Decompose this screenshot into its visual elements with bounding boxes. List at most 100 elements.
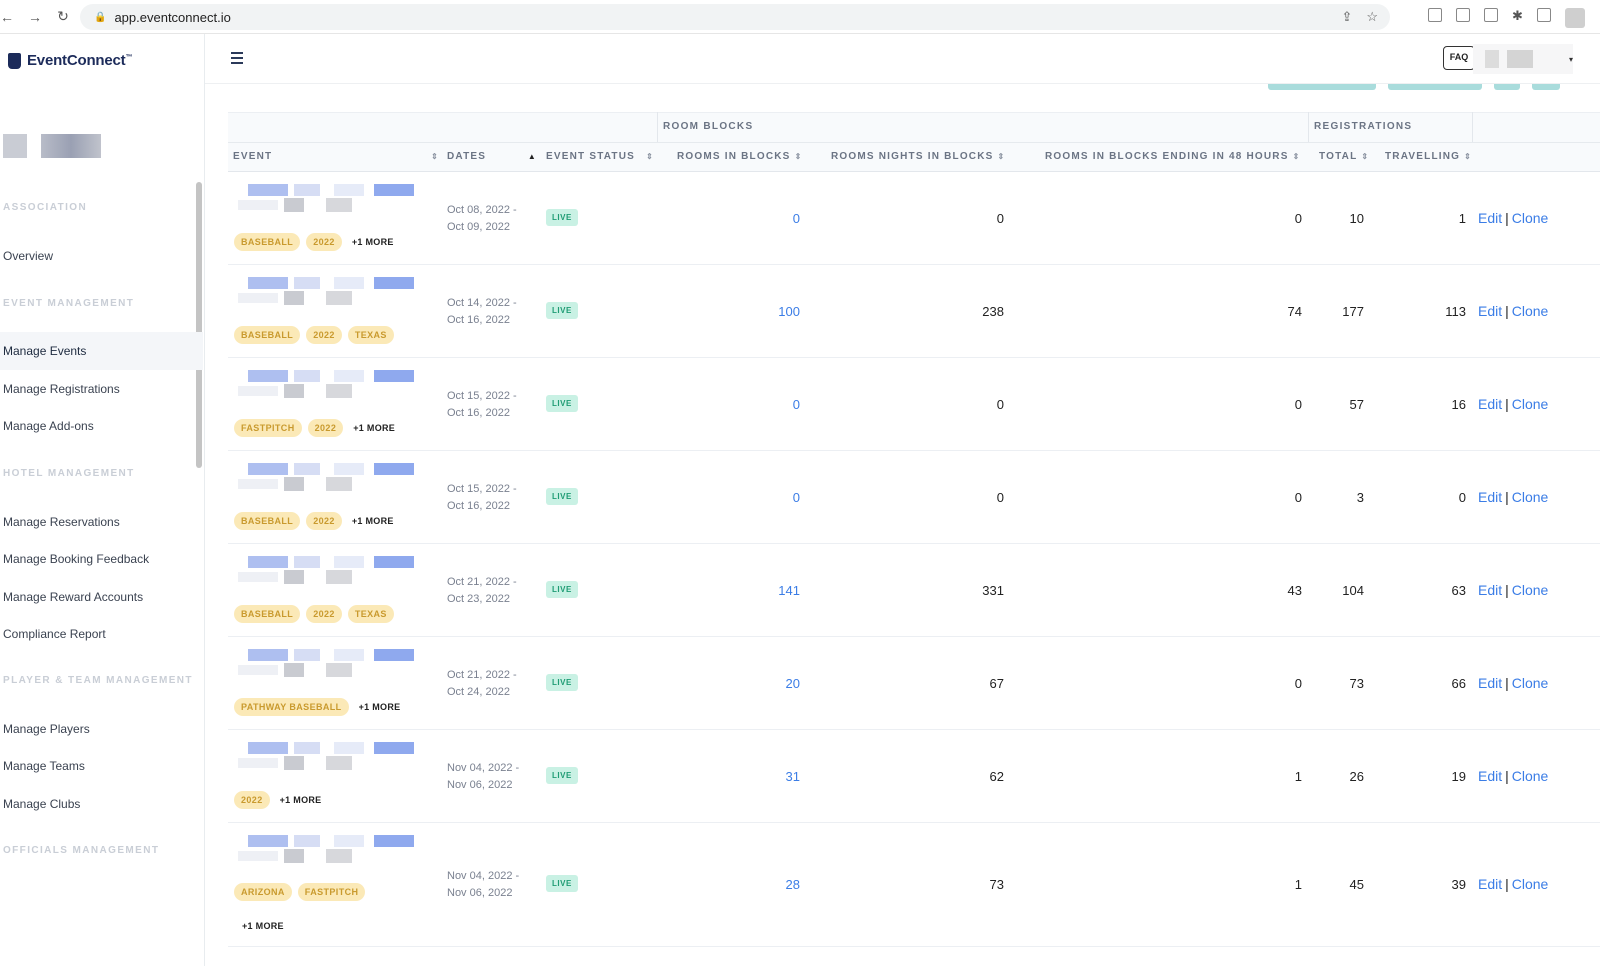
toolbar-button-3[interactable]: [1494, 84, 1520, 90]
brand-logo[interactable]: EventConnect™: [8, 52, 132, 69]
travelling-value: 113: [1445, 304, 1466, 319]
sidebar-scrollbar[interactable]: [196, 182, 202, 468]
edit-link[interactable]: Edit: [1478, 768, 1502, 784]
bookmark-star-icon[interactable]: ☆: [1366, 9, 1378, 25]
image-extension-icon[interactable]: [1456, 8, 1470, 22]
section-event-management: EVENT MANAGEMENT: [3, 298, 135, 309]
extension-icon[interactable]: [1428, 8, 1442, 22]
sidebar-item-manage-addons[interactable]: Manage Add-ons: [3, 419, 94, 433]
sidebar-item-manage-reservations[interactable]: Manage Reservations: [3, 515, 120, 529]
clone-link[interactable]: Clone: [1512, 396, 1549, 412]
clone-link[interactable]: Clone: [1512, 303, 1549, 319]
room-nights-value: 0: [996, 397, 1004, 412]
col-dates[interactable]: DATES ▲: [447, 142, 537, 172]
travelling-value: 39: [1451, 877, 1466, 892]
rooms-in-blocks-value[interactable]: 0: [728, 211, 800, 226]
section-officials-management: OFFICIALS MANAGEMENT: [3, 845, 160, 856]
more-tags-link[interactable]: +1 MORE: [359, 702, 401, 712]
edit-link[interactable]: Edit: [1478, 876, 1502, 892]
rooms-in-blocks-value[interactable]: 0: [728, 397, 800, 412]
event-name-blurred[interactable]: [234, 368, 414, 408]
event-tag: BASEBALL: [234, 605, 301, 623]
profile-avatar[interactable]: [1564, 8, 1585, 28]
col-travelling[interactable]: TRAVELLING ⇕: [1385, 142, 1472, 172]
event-name-blurred[interactable]: [234, 647, 414, 687]
reload-icon[interactable]: ↻: [56, 8, 70, 25]
rooms-in-blocks-value[interactable]: 141: [728, 583, 800, 598]
menu-icon[interactable]: [231, 52, 243, 67]
clone-link[interactable]: Clone: [1512, 489, 1549, 505]
travelling-value: 1: [1458, 211, 1466, 226]
total-value: 3: [1356, 490, 1364, 505]
rooms-in-blocks-value[interactable]: 28: [728, 877, 800, 892]
screenshot-icon[interactable]: [1484, 8, 1498, 22]
toolbar-button-4[interactable]: [1532, 84, 1560, 90]
user-menu[interactable]: ▾: [1473, 44, 1573, 74]
more-tags-link[interactable]: +1 MORE: [353, 423, 395, 433]
sidebar-item-compliance-report[interactable]: Compliance Report: [3, 627, 106, 641]
puzzle-icon[interactable]: ✱: [1512, 8, 1523, 28]
rooms-in-blocks-value[interactable]: 31: [728, 769, 800, 784]
clone-link[interactable]: Clone: [1512, 582, 1549, 598]
rooms-in-blocks-value[interactable]: 20: [728, 676, 800, 691]
table-row: 2022 +1 MORE Nov 04, 2022 - Nov 06, 2022 …: [228, 730, 1600, 823]
sidebar-item-overview[interactable]: Overview: [3, 249, 53, 263]
clone-link[interactable]: Clone: [1512, 876, 1549, 892]
event-tag: 2022: [306, 326, 342, 344]
sidebar-item-manage-events[interactable]: Manage Events: [0, 332, 203, 370]
chevron-down-icon: ▾: [1568, 54, 1573, 64]
toolbar-button-2[interactable]: [1388, 84, 1482, 90]
sidebar-item-reward-accounts[interactable]: Manage Reward Accounts: [3, 590, 143, 604]
event-tag: BASEBALL: [234, 326, 301, 344]
toolbar-button-1[interactable]: [1268, 84, 1376, 90]
status-badge: LIVE: [546, 488, 578, 505]
event-name-blurred[interactable]: [234, 275, 414, 315]
edit-link[interactable]: Edit: [1478, 210, 1502, 226]
share-icon[interactable]: ⇪: [1341, 9, 1352, 25]
total-value: 177: [1342, 304, 1364, 319]
more-tags-link[interactable]: +1 MORE: [352, 237, 394, 247]
sidebar-item-manage-registrations[interactable]: Manage Registrations: [3, 382, 120, 396]
edit-link[interactable]: Edit: [1478, 489, 1502, 505]
browser-nav: ← → ↻: [0, 8, 80, 25]
back-icon[interactable]: ←: [0, 9, 14, 25]
edit-link[interactable]: Edit: [1478, 582, 1502, 598]
col-rooms-in-blocks[interactable]: ROOMS IN BLOCKS ⇕: [677, 142, 802, 172]
col-event[interactable]: EVENT ⇕: [233, 142, 439, 172]
faq-button[interactable]: FAQ: [1443, 46, 1475, 70]
event-name-blurred[interactable]: [234, 461, 414, 501]
edit-link[interactable]: Edit: [1478, 396, 1502, 412]
edit-link[interactable]: Edit: [1478, 303, 1502, 319]
forward-icon[interactable]: →: [28, 9, 42, 25]
clone-link[interactable]: Clone: [1512, 768, 1549, 784]
more-tags-link[interactable]: +1 MORE: [352, 516, 394, 526]
sidebar-item-manage-players[interactable]: Manage Players: [3, 722, 90, 736]
clone-link[interactable]: Clone: [1512, 210, 1549, 226]
lock-icon: 🔒: [94, 11, 107, 23]
event-tag: FASTPITCH: [297, 883, 366, 901]
event-name-blurred[interactable]: [234, 833, 414, 873]
address-bar[interactable]: 🔒 app.eventconnect.io ⇪ ☆: [80, 4, 1390, 30]
brand-name: EventConnect™: [27, 52, 133, 69]
clone-link[interactable]: Clone: [1512, 675, 1549, 691]
rooms-in-blocks-value[interactable]: 100: [728, 304, 800, 319]
event-name-blurred[interactable]: [234, 740, 414, 780]
event-tag: TEXAS: [347, 326, 394, 344]
col-room-nights[interactable]: ROOMS NIGHTS IN BLOCKS ⇕: [831, 142, 1005, 172]
edit-link[interactable]: Edit: [1478, 675, 1502, 691]
col-total[interactable]: TOTAL ⇕: [1319, 142, 1369, 172]
event-tag: 2022: [306, 233, 342, 251]
sort-asc-icon: ▲: [527, 152, 537, 161]
col-ending-48h[interactable]: ROOMS IN BLOCKS ENDING IN 48 HOURS ⇕: [1045, 142, 1301, 172]
event-name-blurred[interactable]: [234, 554, 414, 594]
sidepanel-icon[interactable]: [1536, 8, 1551, 22]
sidebar-item-manage-clubs[interactable]: Manage Clubs: [3, 797, 80, 811]
more-tags-link[interactable]: +1 MORE: [242, 921, 284, 931]
more-tags-link[interactable]: +1 MORE: [280, 795, 322, 805]
rooms-in-blocks-value[interactable]: 0: [728, 490, 800, 505]
sidebar-item-manage-teams[interactable]: Manage Teams: [3, 759, 85, 773]
col-event-status[interactable]: EVENT STATUS ⇕: [546, 142, 654, 172]
event-name-blurred[interactable]: [234, 182, 414, 222]
sidebar-item-booking-feedback[interactable]: Manage Booking Feedback: [3, 552, 149, 566]
ending-48h-value: 1: [1294, 877, 1302, 892]
